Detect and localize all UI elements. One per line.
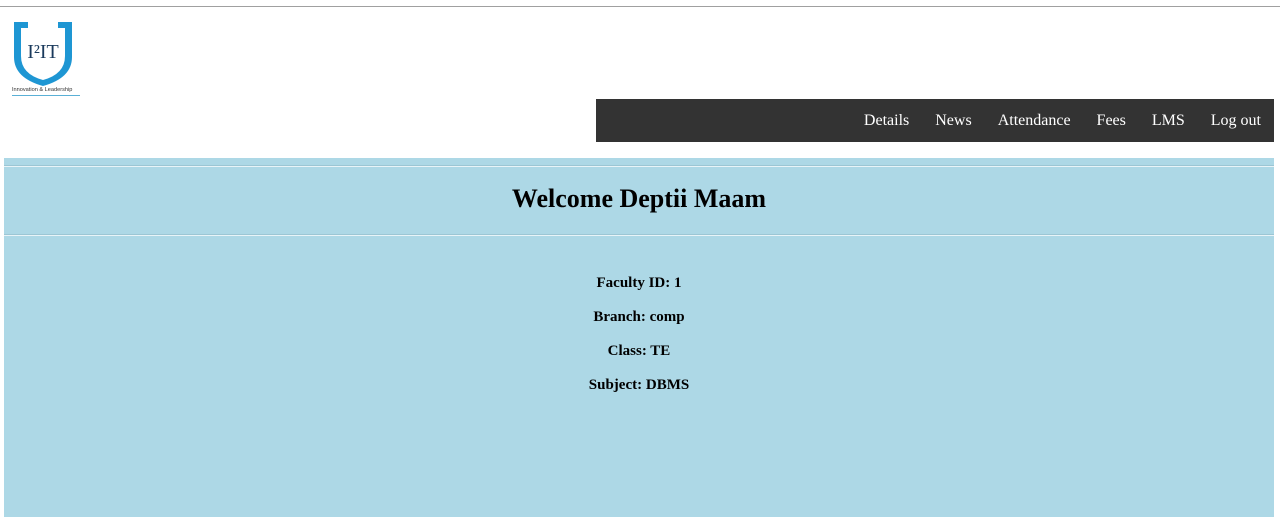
main-navbar: Details News Attendance Fees LMS Log out xyxy=(596,99,1274,142)
divider-top xyxy=(4,165,1274,167)
subject-text: Subject: DBMS xyxy=(588,377,690,393)
branch-text: Branch: comp xyxy=(593,309,685,325)
welcome-heading: Welcome Deptii Maam xyxy=(511,184,767,213)
i2it-logo[interactable]: I²IT Innovation & Leadership xyxy=(12,20,82,98)
faculty-id-text: Faculty ID: 1 xyxy=(596,275,682,291)
nav-list: Details News Attendance Fees LMS Log out xyxy=(851,99,1274,142)
divider-bottom xyxy=(4,234,1274,236)
nav-item-details[interactable]: Details xyxy=(851,99,922,142)
page: I²IT Innovation & Leadership Details New… xyxy=(0,0,1280,517)
logo-mark-text: I²IT xyxy=(27,41,59,63)
class-text: Class: TE xyxy=(607,343,671,359)
nav-item-attendance[interactable]: Attendance xyxy=(985,99,1084,142)
faculty-info: Faculty ID: 1 Branch: comp Class: TE Sub… xyxy=(4,274,1274,410)
top-divider xyxy=(0,6,1280,7)
nav-item-news[interactable]: News xyxy=(922,99,984,142)
main-content: Welcome Deptii Maam Faculty ID: 1 Branch… xyxy=(4,158,1274,517)
logo-shield-icon: I²IT xyxy=(14,22,72,86)
nav-item-fees[interactable]: Fees xyxy=(1084,99,1139,142)
nav-item-lms[interactable]: LMS xyxy=(1139,99,1198,142)
logo-underline xyxy=(12,95,80,96)
logo-caption: Innovation & Leadership xyxy=(12,87,73,93)
nav-item-logout[interactable]: Log out xyxy=(1198,99,1274,142)
